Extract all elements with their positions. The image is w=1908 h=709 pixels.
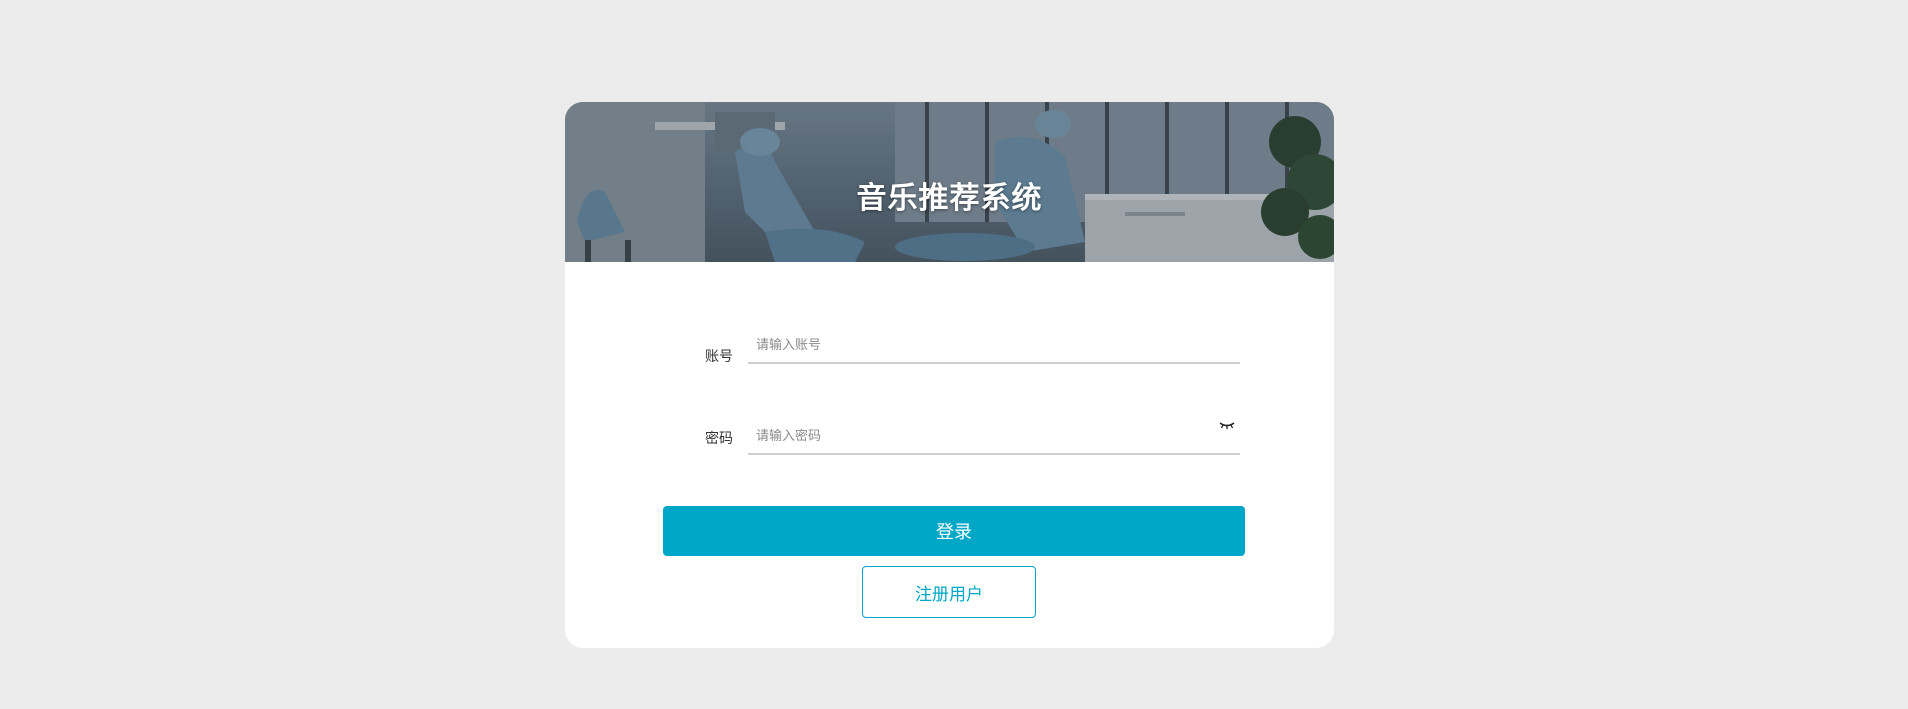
account-input[interactable] xyxy=(748,328,1240,364)
app-title: 音乐推荐系统 xyxy=(856,181,1043,216)
eye-closed-icon[interactable] xyxy=(1219,420,1235,430)
login-button[interactable]: 登录 xyxy=(663,506,1245,556)
header-banner: 音乐推荐系统 xyxy=(565,102,1334,262)
account-label: 账号 xyxy=(705,349,733,365)
password-input[interactable] xyxy=(748,419,1240,455)
register-button[interactable]: 注册用户 xyxy=(862,566,1036,618)
login-card: 音乐推荐系统 账号 密码 登录 注册用户 xyxy=(565,102,1334,648)
password-label: 密码 xyxy=(705,431,733,447)
